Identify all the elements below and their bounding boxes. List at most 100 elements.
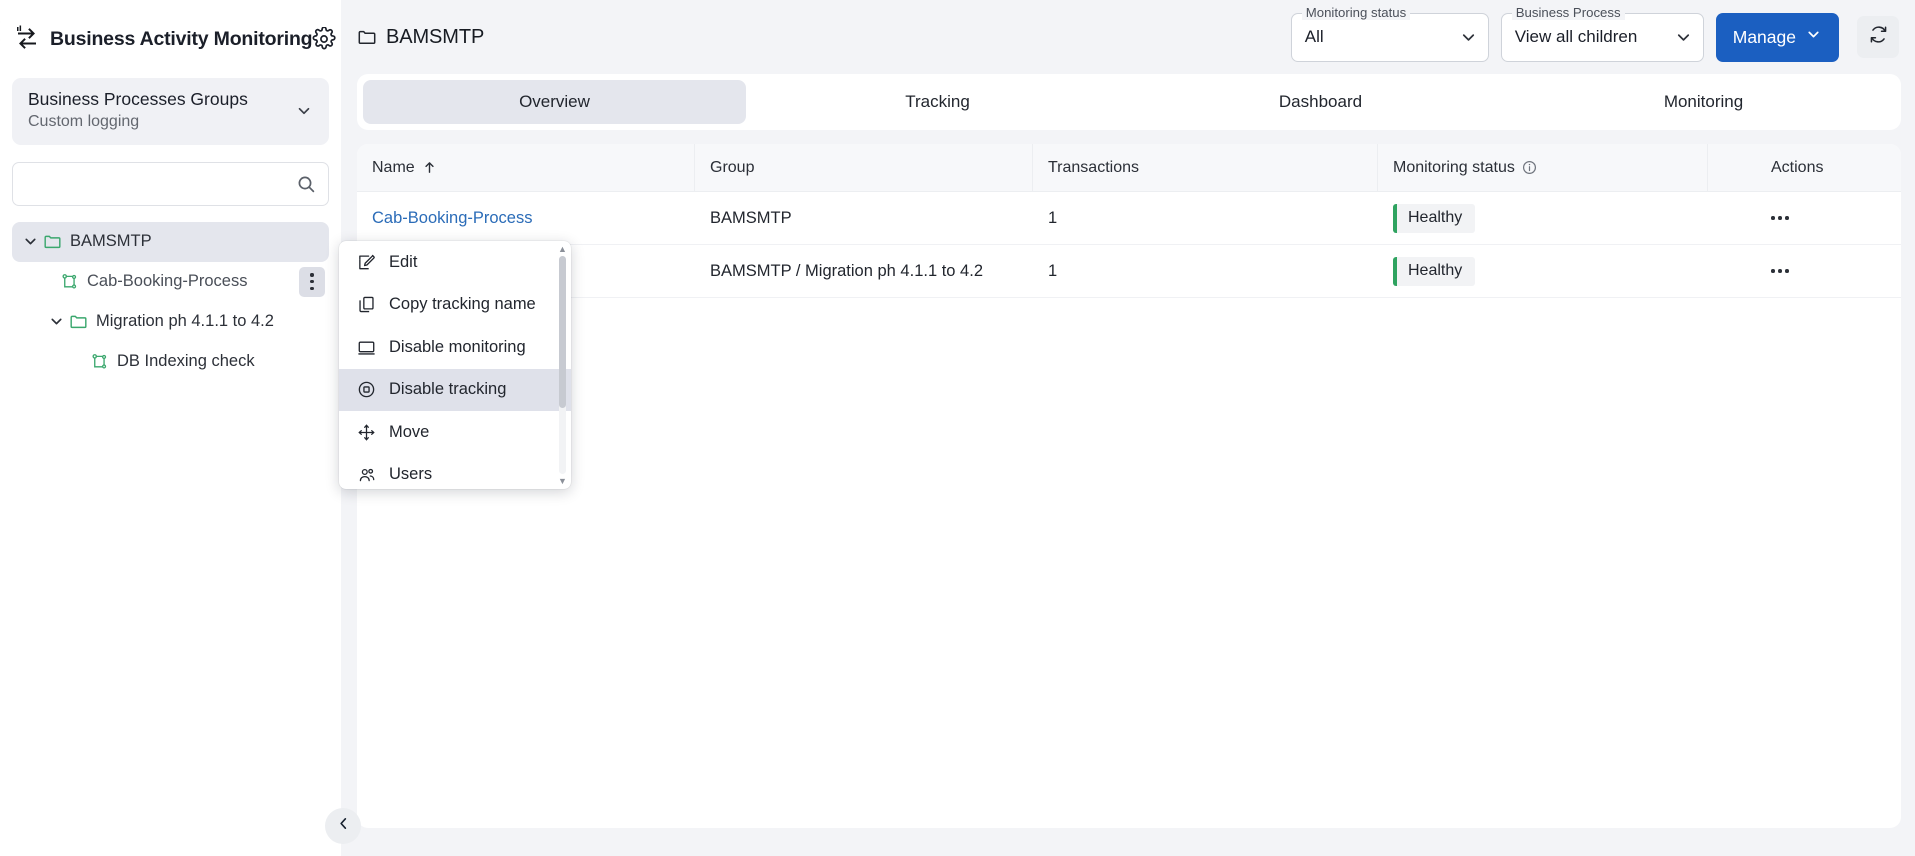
tree-item-kebab-button[interactable]	[299, 266, 325, 297]
column-label: Transactions	[1048, 158, 1139, 176]
column-header-transactions[interactable]: Transactions	[1033, 144, 1378, 192]
tab-label: Overview	[519, 92, 590, 111]
processes-table: Name Group Transactions Monitoring statu…	[357, 144, 1901, 828]
monitoring-status-select[interactable]: Monitoring status All	[1290, 4, 1489, 62]
info-circle-icon[interactable]	[1522, 160, 1537, 175]
tab-bar: Overview Tracking Dashboard Monitoring	[357, 74, 1901, 130]
scrollbar-track[interactable]	[559, 256, 566, 474]
group-card-title: Business Processes Groups	[28, 89, 248, 109]
status-badge: Healthy	[1393, 203, 1476, 233]
cell-name[interactable]: Cab-Booking-Process	[357, 192, 695, 245]
tree-item-cab-booking-process[interactable]: Cab-Booking-Process	[12, 262, 329, 302]
context-menu-scrollbar[interactable]: ▲ ▼	[557, 245, 568, 486]
column-label: Monitoring status	[1393, 158, 1515, 176]
context-menu-item-label: Disable monitoring	[389, 337, 526, 356]
sidebar: Business Activity Monitoring Business Pr…	[0, 0, 361, 856]
group-card-text: Business Processes Groups Custom logging	[28, 89, 295, 133]
column-header-monitoring-status[interactable]: Monitoring status	[1378, 144, 1708, 192]
column-header-name[interactable]: Name	[357, 144, 695, 192]
context-menu-item-label: Edit	[389, 252, 418, 271]
folder-icon	[69, 312, 88, 331]
cell-group: BAMSMTP	[710, 208, 792, 227]
context-menu-caret	[0, 22, 1, 40]
cell-monitoring-status: Healthy	[1378, 245, 1708, 298]
tree-item-label: Migration ph 4.1.1 to 4.2	[96, 312, 274, 331]
target-circle-icon	[357, 380, 376, 399]
edit-pencil-icon	[357, 253, 376, 272]
context-menu-item-label: Move	[389, 422, 430, 441]
tab-overview[interactable]: Overview	[363, 80, 746, 124]
sidebar-collapse-button[interactable]	[325, 808, 361, 844]
table-row[interactable]: BAMSMTP / Migration ph 4.1.1 to 4.2 1 He…	[357, 245, 1901, 298]
context-menu-item-label: Copy tracking name	[389, 295, 536, 314]
tab-dashboard[interactable]: Dashboard	[1129, 80, 1512, 124]
tabs-panel: Overview Tracking Dashboard Monitoring	[357, 74, 1901, 130]
context-menu-item-edit[interactable]: Edit	[339, 241, 571, 284]
tab-monitoring[interactable]: Monitoring	[1512, 80, 1895, 124]
business-process-label: Business Process	[1511, 4, 1625, 20]
context-menu-item-label: Disable tracking	[389, 380, 507, 399]
chevron-down-icon	[295, 102, 313, 120]
column-label: Actions	[1771, 158, 1824, 176]
monitoring-status-label: Monitoring status	[1301, 4, 1411, 20]
breadcrumb: BAMSMTP	[357, 26, 484, 49]
group-card-subtitle: Custom logging	[28, 112, 140, 130]
column-header-actions: Actions	[1708, 144, 1901, 192]
cell-transactions: 1	[1048, 208, 1058, 227]
gear-icon[interactable]	[312, 26, 336, 51]
more-horizontal-icon[interactable]	[1763, 203, 1797, 233]
search-input[interactable]	[27, 174, 296, 193]
tree-item-label: Cab-Booking-Process	[87, 272, 248, 291]
tab-tracking[interactable]: Tracking	[746, 80, 1129, 124]
manage-button[interactable]: Manage	[1715, 12, 1839, 62]
cell-group: BAMSMTP / Migration ph 4.1.1 to 4.2	[710, 261, 983, 280]
context-menu-item-users[interactable]: Users	[339, 454, 571, 490]
search-box[interactable]	[12, 161, 329, 206]
tree-item-bamsmtp[interactable]: BAMSMTP	[12, 221, 329, 262]
folder-icon	[43, 232, 62, 251]
chevron-down-icon[interactable]	[48, 313, 65, 330]
chevron-down-icon	[1805, 26, 1822, 48]
chevron-down-icon	[1674, 28, 1693, 47]
chevron-down-icon[interactable]	[22, 233, 39, 250]
table-row[interactable]: Cab-Booking-Process BAMSMTP 1 Healthy	[357, 192, 1901, 245]
folder-icon	[357, 27, 377, 47]
top-bar-controls: Monitoring status All Business Process V…	[1290, 4, 1899, 62]
tree-item-migration-ph-411-to-42[interactable]: Migration ph 4.1.1 to 4.2	[12, 302, 329, 342]
refresh-icon	[1868, 24, 1889, 50]
caret-up-icon[interactable]: ▲	[558, 245, 567, 254]
refresh-button[interactable]	[1857, 16, 1899, 58]
cell-transactions: 1	[1048, 261, 1058, 280]
copy-icon	[357, 295, 376, 314]
app-root: Business Activity Monitoring Business Pr…	[0, 0, 1915, 856]
table-header-row: Name Group Transactions Monitoring statu…	[357, 144, 1901, 192]
business-processes-groups-selector[interactable]: Business Processes Groups Custom logging	[12, 78, 329, 145]
context-menu-item-copy-tracking-name[interactable]: Copy tracking name	[339, 284, 571, 327]
tree-item-label: DB Indexing check	[117, 352, 255, 371]
process-flow-icon	[60, 272, 79, 291]
business-process-select[interactable]: Business Process View all children	[1500, 4, 1704, 62]
business-process-tree: BAMSMTP Cab-Booking-Process Migration ph…	[0, 221, 341, 382]
sidebar-brand: Business Activity Monitoring	[0, 0, 341, 78]
move-arrows-icon	[357, 423, 376, 442]
caret-down-icon[interactable]: ▼	[558, 477, 567, 486]
tab-label: Monitoring	[1663, 92, 1744, 111]
column-header-group[interactable]: Group	[695, 144, 1033, 192]
main-content: BAMSMTP Monitoring status All Business P…	[341, 0, 1915, 856]
column-label: Group	[710, 158, 755, 176]
context-menu-item-move[interactable]: Move	[339, 411, 571, 454]
chevron-left-icon	[335, 815, 352, 837]
search-icon[interactable]	[296, 174, 316, 194]
context-menu-item-disable-tracking[interactable]: Disable tracking	[339, 368, 571, 411]
tree-item-db-indexing-check[interactable]: DB Indexing check	[12, 342, 329, 382]
cell-actions	[1708, 192, 1797, 245]
more-horizontal-icon[interactable]	[1763, 256, 1797, 286]
tree-item-label: BAMSMTP	[70, 232, 152, 251]
context-menu-item-disable-monitoring[interactable]: Disable monitoring	[339, 326, 571, 369]
status-badge: Healthy	[1393, 256, 1476, 286]
cell-monitoring-status: Healthy	[1378, 192, 1708, 245]
manage-button-label: Manage	[1732, 26, 1796, 47]
chevron-down-icon	[1459, 28, 1478, 47]
process-flow-icon	[90, 352, 109, 371]
scrollbar-thumb[interactable]	[559, 256, 566, 408]
